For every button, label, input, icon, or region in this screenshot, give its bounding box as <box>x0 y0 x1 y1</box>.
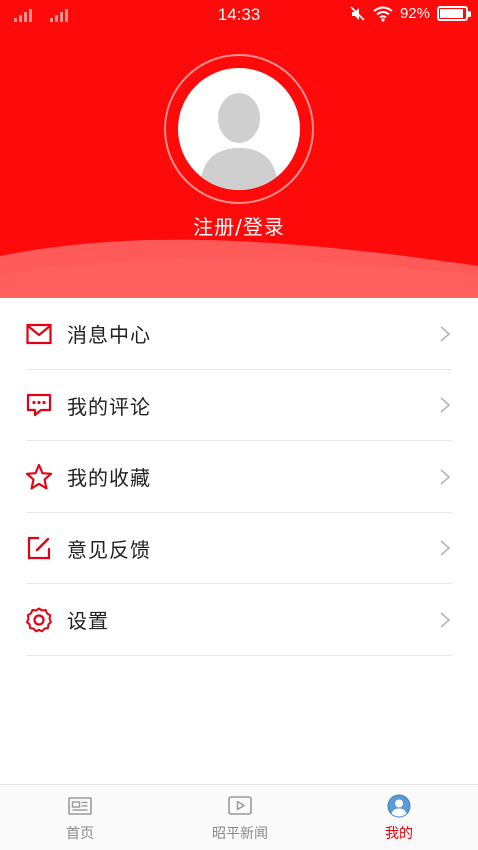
menu-item-label: 意见反馈 <box>67 537 151 562</box>
battery-percentage: 92% <box>399 5 430 22</box>
menu-item-label: 我的收藏 <box>67 466 151 491</box>
newspaper-icon <box>68 797 92 815</box>
menu-list: 消息中心 我的评论 我的收藏 意见反馈 设置 <box>0 298 478 656</box>
tab-label: 我的 <box>385 826 413 842</box>
tab-zhaoping-news[interactable]: 昭平新闻 <box>160 785 320 850</box>
tab-home[interactable]: 首页 <box>0 785 160 850</box>
menu-item-settings[interactable]: 设置 <box>0 584 478 656</box>
menu-item-comments[interactable]: 我的评论 <box>0 370 478 442</box>
menu-item-label: 消息中心 <box>67 323 151 348</box>
play-icon <box>228 796 252 815</box>
chevron-right-icon <box>440 326 451 342</box>
chevron-right-icon <box>440 540 451 556</box>
mail-icon <box>25 320 53 348</box>
user-icon <box>387 794 411 818</box>
chevron-right-icon <box>440 612 451 628</box>
chevron-right-icon <box>440 469 451 485</box>
battery-icon <box>437 6 471 21</box>
tab-label: 首页 <box>66 826 94 842</box>
status-bar: 14:33 92% <box>0 0 478 32</box>
avatar[interactable] <box>178 68 300 190</box>
menu-item-label: 我的评论 <box>67 394 151 419</box>
tab-mine[interactable]: 我的 <box>320 785 478 850</box>
chevron-right-icon <box>440 397 451 413</box>
edit-icon <box>25 534 53 562</box>
register-login-link[interactable]: 注册/登录 <box>0 211 478 240</box>
screen: 14:33 92% 注册/登录 消息中心 我的评论 我的收藏 意见反馈 设置 首… <box>0 0 478 850</box>
menu-item-label: 设置 <box>67 609 109 634</box>
star-icon <box>25 463 53 491</box>
tab-label: 昭平新闻 <box>212 826 268 842</box>
battery-level <box>440 9 463 18</box>
bottom-nav: 首页 昭平新闻 我的 <box>0 784 478 850</box>
menu-item-favorites[interactable]: 我的收藏 <box>0 441 478 513</box>
wifi-icon <box>373 6 393 22</box>
status-right: 92% <box>350 5 471 22</box>
header-wave <box>0 239 478 298</box>
mute-icon <box>350 5 365 21</box>
menu-item-messages[interactable]: 消息中心 <box>0 298 478 370</box>
default-avatar-icon <box>200 93 278 190</box>
comment-icon <box>25 391 53 419</box>
gear-icon <box>25 606 53 634</box>
menu-item-feedback[interactable]: 意见反馈 <box>0 513 478 585</box>
